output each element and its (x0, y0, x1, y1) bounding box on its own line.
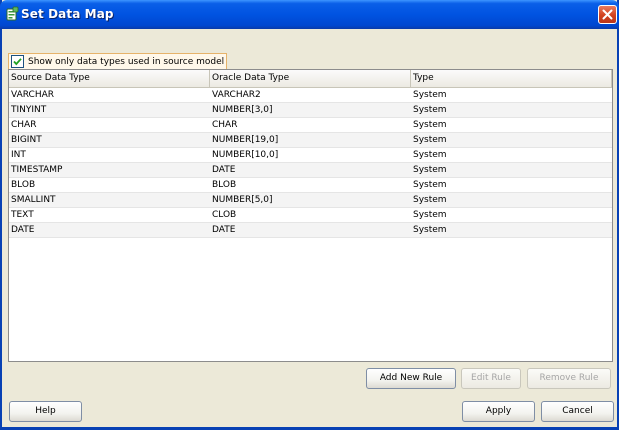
oracle-type-cell: VARCHAR2 (212, 90, 261, 100)
oracle-type-cell: DATE (212, 225, 236, 235)
column-header-type[interactable]: Type (411, 70, 612, 87)
table-row[interactable]: CHAR CHAR System (9, 118, 612, 133)
show-used-types-checkbox[interactable]: Show only data types used in source mode… (8, 53, 228, 70)
column-header-oracle-type[interactable]: Oracle Data Type (210, 70, 411, 87)
oracle-type-cell: NUMBER[19,0] (212, 135, 279, 145)
apply-button[interactable]: Apply (462, 401, 535, 422)
type-cell: System (413, 195, 447, 205)
edit-rule-button[interactable]: Edit Rule (461, 368, 521, 389)
source-type-cell: TINYINT (11, 105, 47, 115)
source-type-cell: BLOB (11, 180, 36, 190)
oracle-type-cell: NUMBER[10,0] (212, 150, 279, 160)
source-type-cell: DATE (11, 225, 35, 235)
source-type-cell: BIGINT (11, 135, 42, 145)
source-type-cell: VARCHAR (11, 90, 55, 100)
table-row[interactable]: DATE DATE System (9, 223, 612, 238)
type-cell: System (413, 165, 447, 175)
type-cell: System (413, 90, 447, 100)
cancel-button[interactable]: Cancel (541, 401, 614, 422)
oracle-type-cell: CLOB (212, 210, 237, 220)
close-button[interactable] (598, 5, 617, 24)
dialog-title: Set Data Map (21, 7, 114, 21)
table-header: Source Data Type Oracle Data Type Type (9, 70, 612, 88)
type-cell: System (413, 225, 447, 235)
source-type-cell: TIMESTAMP (11, 165, 63, 175)
type-cell: System (413, 120, 447, 130)
add-new-rule-button[interactable]: Add New Rule (366, 368, 456, 389)
source-type-cell: SMALLINT (11, 195, 56, 205)
table-row[interactable]: TEXT CLOB System (9, 208, 612, 223)
app-icon (4, 6, 20, 22)
type-cell: System (413, 150, 447, 160)
table-body: VARCHAR VARCHAR2 System TINYINT NUMBER[3… (9, 88, 612, 238)
oracle-type-cell: CHAR (212, 120, 238, 130)
oracle-type-cell: BLOB (212, 180, 237, 190)
oracle-type-cell: NUMBER[5,0] (212, 195, 273, 205)
checkmark-icon (13, 58, 22, 66)
oracle-type-cell: NUMBER[3,0] (212, 105, 273, 115)
remove-rule-button[interactable]: Remove Rule (527, 368, 611, 389)
table-row[interactable]: BIGINT NUMBER[19,0] System (9, 133, 612, 148)
data-map-table: Source Data Type Oracle Data Type Type V… (8, 69, 613, 362)
table-row[interactable]: TIMESTAMP DATE System (9, 163, 612, 178)
source-type-cell: TEXT (11, 210, 34, 220)
type-cell: System (413, 105, 447, 115)
type-cell: System (413, 135, 447, 145)
help-button[interactable]: Help (9, 401, 82, 422)
table-row[interactable]: INT NUMBER[10,0] System (9, 148, 612, 163)
column-header-source-type[interactable]: Source Data Type (9, 70, 210, 87)
checkbox-label: Show only data types used in source mode… (28, 56, 225, 67)
source-type-cell: CHAR (11, 120, 37, 130)
table-row[interactable]: VARCHAR VARCHAR2 System (9, 88, 612, 103)
table-row[interactable]: TINYINT NUMBER[3,0] System (9, 103, 612, 118)
set-data-map-dialog: Set Data Map Show only data types used i… (0, 0, 619, 430)
type-cell: System (413, 180, 447, 190)
type-cell: System (413, 210, 447, 220)
table-row[interactable]: SMALLINT NUMBER[5,0] System (9, 193, 612, 208)
source-type-cell: INT (11, 150, 26, 160)
table-row[interactable]: BLOB BLOB System (9, 178, 612, 193)
oracle-type-cell: DATE (212, 165, 236, 175)
title-bar[interactable]: Set Data Map (0, 0, 619, 29)
close-icon (602, 9, 613, 20)
checkbox-box[interactable] (11, 55, 24, 68)
